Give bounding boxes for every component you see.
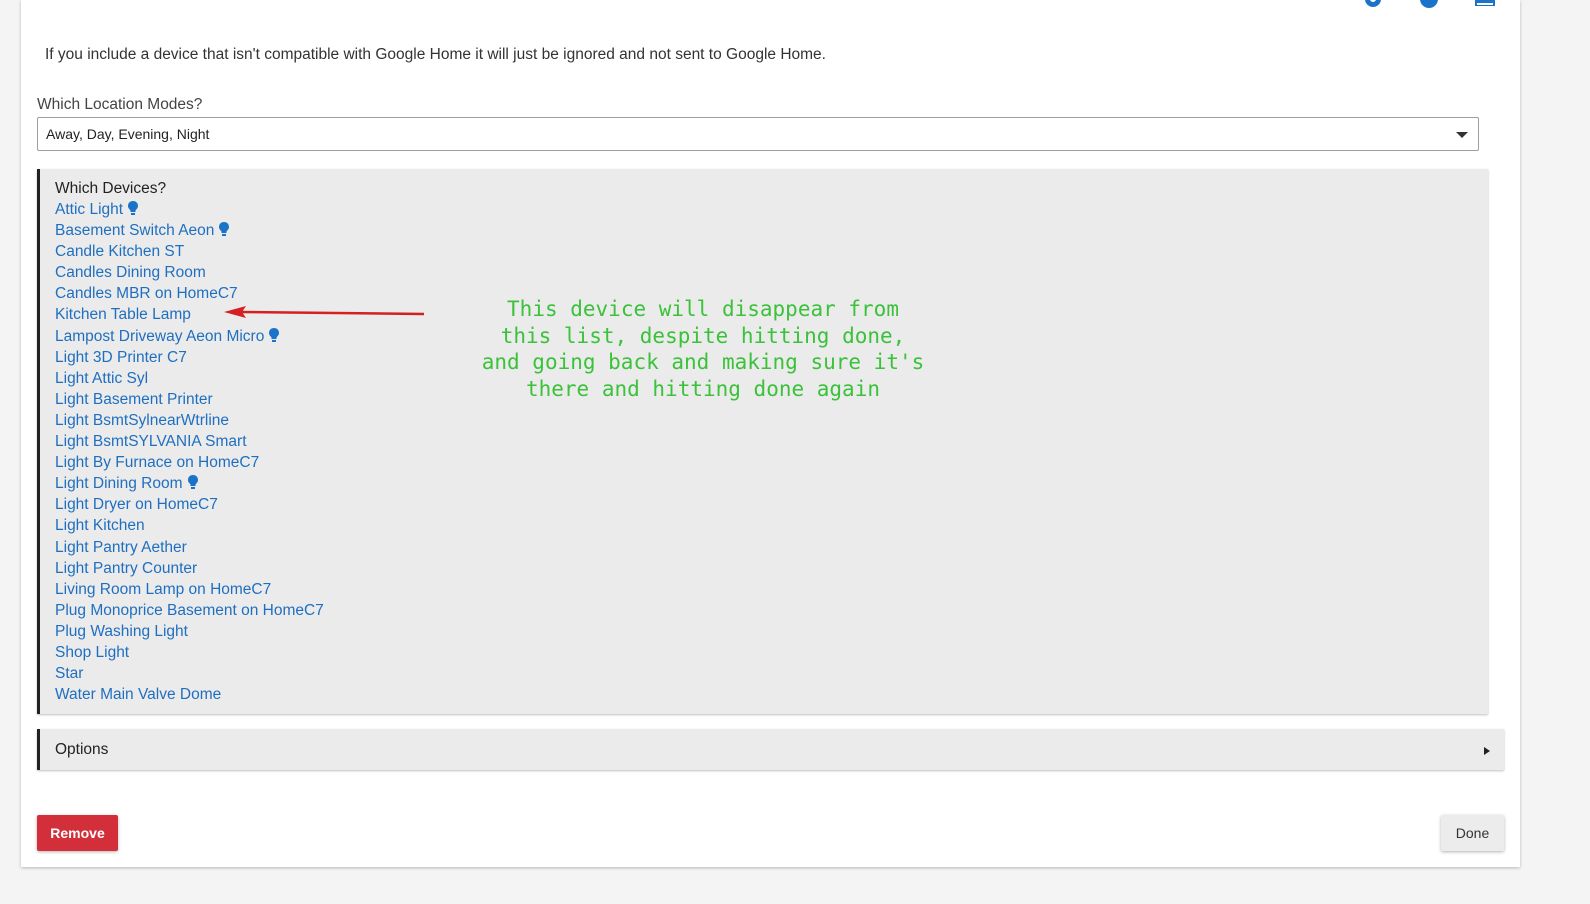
- annotation-text: This device will disappear from this lis…: [481, 297, 925, 401]
- device-item-label: Light Pantry Aether: [55, 538, 187, 556]
- bulb-icon: [269, 327, 280, 349]
- bulb-icon: [219, 222, 230, 243]
- device-item-label: Light Basement Printer: [55, 390, 213, 408]
- info-text: If you include a device that isn't compa…: [45, 46, 826, 63]
- device-item-label: Basement Switch Aeon: [55, 222, 215, 240]
- gear-icon[interactable]: [1362, 0, 1384, 8]
- device-item[interactable]: Lampost Driveway Aeon Micro: [55, 326, 324, 347]
- device-item-label: Plug Monoprice Basement on HomeC7: [55, 601, 324, 619]
- bulb-icon: [187, 475, 198, 496]
- device-item[interactable]: Light Pantry Aether: [55, 537, 324, 558]
- device-item[interactable]: Candles MBR on HomeC7: [55, 283, 324, 304]
- location-modes-label: Which Location Modes?: [37, 96, 203, 113]
- device-item-label: Star: [55, 665, 84, 683]
- device-list: Attic Light Basement Switch Aeon Candle Ki…: [55, 199, 324, 705]
- device-item[interactable]: Water Main Valve Dome: [55, 684, 324, 705]
- options-label: Options: [55, 741, 109, 758]
- device-item-label: Light Attic Syl: [55, 369, 149, 387]
- device-item[interactable]: Shop Light: [55, 642, 324, 663]
- caret-right-icon: [1484, 747, 1490, 755]
- device-item[interactable]: Light Kitchen: [55, 515, 324, 536]
- caret-down-icon: [1456, 132, 1468, 138]
- device-item[interactable]: Light Attic Syl: [55, 368, 324, 389]
- device-item-label: Light BsmtSYLVANIA Smart: [55, 433, 247, 451]
- location-modes-select[interactable]: Away, Day, Evening, Night: [37, 117, 1479, 151]
- device-item-label: Attic Light: [55, 201, 124, 218]
- done-button[interactable]: Done: [1441, 815, 1504, 851]
- bulb-icon: [128, 201, 139, 222]
- device-item[interactable]: Living Room Lamp on HomeC7: [55, 579, 324, 600]
- device-item-label: Water Main Valve Dome: [55, 686, 222, 704]
- help-icon[interactable]: [1418, 0, 1440, 8]
- device-item-label: Light Kitchen: [55, 517, 145, 535]
- device-item-label: Plug Washing Light: [55, 622, 188, 640]
- device-item[interactable]: Light BsmtSYLVANIA Smart: [55, 431, 324, 452]
- device-item-label: Light Dining Room: [55, 475, 183, 493]
- device-item-label: Candles Dining Room: [55, 264, 206, 282]
- device-item-label: Living Room Lamp on HomeC7: [55, 580, 272, 598]
- device-item-label: Lampost Driveway Aeon Micro: [55, 327, 265, 345]
- options-section-toggle[interactable]: Options: [37, 729, 1504, 770]
- remove-button[interactable]: Remove: [37, 815, 118, 851]
- device-item[interactable]: Light BsmtSylnearWtrline: [55, 410, 324, 431]
- device-item[interactable]: Candles Dining Room: [55, 262, 324, 283]
- devices-panel: Which Devices? Attic Light Basement Switc…: [37, 169, 1488, 714]
- device-item-label: Kitchen Table Lamp: [55, 306, 191, 324]
- device-item-label: Shop Light: [55, 643, 130, 661]
- device-item[interactable]: Light Dining Room: [55, 473, 324, 494]
- devices-label: Which Devices?: [55, 180, 167, 197]
- annotation-arrow-icon: [224, 306, 425, 318]
- device-item[interactable]: Basement Switch Aeon: [55, 220, 324, 241]
- device-item-label: Candle Kitchen ST: [55, 243, 185, 261]
- device-item[interactable]: Light Pantry Counter: [55, 558, 324, 579]
- device-item[interactable]: Light 3D Printer C7: [55, 347, 324, 368]
- device-item[interactable]: Plug Washing Light: [55, 621, 324, 642]
- device-item[interactable]: Plug Monoprice Basement on HomeC7: [55, 600, 324, 621]
- device-item-label: Candles MBR on HomeC7: [55, 285, 238, 303]
- location-modes-value: Away, Day, Evening, Night: [46, 126, 210, 142]
- device-item-label: Light Pantry Counter: [55, 559, 198, 577]
- device-item[interactable]: Candle Kitchen ST: [55, 241, 324, 262]
- device-item-label: Light Dryer on HomeC7: [55, 496, 218, 514]
- device-item[interactable]: Light Basement Printer: [55, 389, 324, 410]
- device-item[interactable]: Light Dryer on HomeC7: [55, 494, 324, 515]
- device-item[interactable]: Light By Furnace on HomeC7: [55, 452, 324, 473]
- device-item[interactable]: Star: [55, 663, 324, 684]
- device-item-label: Light By Furnace on HomeC7: [55, 454, 260, 472]
- app-card: If you include a device that isn't compa…: [21, 0, 1520, 867]
- device-item-label: Light 3D Printer C7: [55, 348, 187, 366]
- menu-icon[interactable]: [1474, 0, 1496, 8]
- device-item[interactable]: Attic Light: [55, 199, 324, 220]
- device-item-label: Light BsmtSylnearWtrline: [55, 411, 230, 429]
